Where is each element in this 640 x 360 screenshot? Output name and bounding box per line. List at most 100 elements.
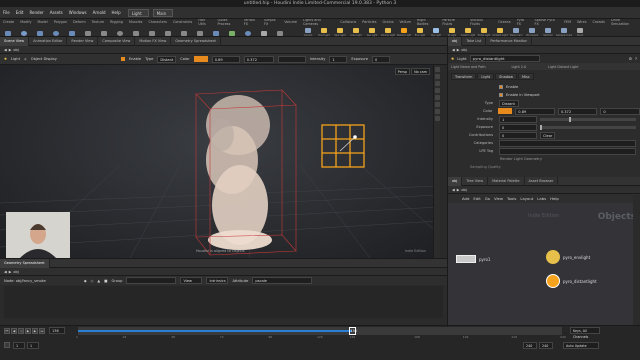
network-tab-1[interactable]: Tree View — [462, 176, 489, 186]
desktop-selector[interactable]: Light — [127, 8, 149, 17]
back-icon[interactable]: ◀ — [452, 48, 455, 52]
viewer-path[interactable]: obj — [13, 48, 18, 52]
light-type-select[interactable]: Distant — [157, 55, 177, 63]
prev-key-icon[interactable]: ◀ — [11, 327, 17, 334]
node-name-field[interactable]: pyro_distantlight — [469, 55, 540, 62]
exposure-field[interactable]: 0 — [499, 123, 537, 131]
menu-item-2[interactable]: Render — [26, 10, 46, 15]
shelf-tab-0[interactable]: Create — [0, 20, 17, 24]
forward-icon[interactable]: ▶ — [457, 188, 460, 192]
shelf-tab-1[interactable]: Modify — [17, 20, 34, 24]
realtime-toggle[interactable] — [4, 342, 10, 348]
intrinsics-menu[interactable]: Intrinsics — [206, 277, 229, 284]
shelf-tool-lsystem[interactable] — [225, 26, 239, 37]
forward-icon[interactable]: ▶ — [457, 48, 460, 52]
display-mode[interactable]: Object Display — [31, 57, 57, 61]
lpe-field[interactable] — [499, 147, 636, 155]
shelf-tab-right-11[interactable]: FEM — [561, 20, 574, 24]
back-icon[interactable]: ◀ — [4, 48, 7, 52]
network-tab-2[interactable]: Material Palette — [488, 176, 525, 186]
start-frame-field[interactable]: 1 — [13, 341, 25, 349]
color-swatch[interactable] — [193, 56, 208, 62]
shelf-tab-14[interactable]: Volume — [281, 20, 300, 24]
shelf-tool-cloud[interactable]: Cloud — [573, 26, 587, 37]
menu-item-0[interactable]: File — [0, 10, 13, 15]
forward-icon[interactable]: ▶ — [9, 48, 12, 52]
menu-item-4[interactable]: Windows — [66, 10, 90, 15]
node-pyro-envlight[interactable]: pyro_envlight — [546, 250, 590, 264]
shelf-tab-right-0[interactable]: Lights and Cameras — [300, 19, 337, 25]
categories-field[interactable] — [499, 139, 636, 147]
display-option-2[interactable] — [434, 74, 440, 79]
shelf-tool-gi-light[interactable]: GI Light — [445, 26, 459, 37]
shelf-tab-4[interactable]: Deform — [70, 20, 89, 24]
spreadsheet-tab-0[interactable]: Geometry Spreadsheet — [0, 258, 50, 268]
display-option-3[interactable] — [434, 81, 440, 86]
shelf-tab-right-8[interactable]: Oceans — [495, 20, 514, 24]
viewer-tab-3[interactable]: Composite View — [98, 36, 136, 46]
spreadsheet-path[interactable]: obj — [13, 270, 18, 274]
detail-icon[interactable]: ■ — [104, 279, 107, 283]
shelf-tool-portal-light[interactable]: Portal Light — [477, 26, 491, 37]
shelf-tool-env-light[interactable]: Env Light — [413, 26, 427, 37]
shelf-tab-right-13[interactable]: Crowds — [590, 20, 608, 24]
shelf-tab-right-2[interactable]: Particles — [359, 20, 379, 24]
shelf-tool-line[interactable] — [97, 26, 111, 37]
color-b-field[interactable] — [277, 55, 306, 63]
shelf-tab-right-14[interactable]: Drive Simulation — [608, 19, 640, 25]
shelf-tab-9[interactable]: Constraints — [170, 20, 195, 24]
primitives-icon[interactable]: ▲ — [97, 279, 100, 283]
shelf-tab-right-12[interactable]: Wires — [574, 20, 589, 24]
shelf-tool-font[interactable] — [193, 26, 207, 37]
spreadsheet-table[interactable] — [4, 286, 443, 318]
shelf-tab-13[interactable]: Simple FX — [261, 19, 281, 25]
enable-checkbox[interactable] — [499, 85, 503, 89]
shelf-tool-point-light[interactable]: Point Light — [317, 26, 331, 37]
node-pyro1[interactable]: pyro1 — [456, 255, 490, 263]
forward-icon[interactable]: ▶ — [9, 270, 12, 274]
viewer-tab-1[interactable]: Animation Editor — [29, 36, 68, 46]
play-reverse-icon[interactable]: ◁ — [18, 327, 24, 334]
shelf-tab-right-10[interactable]: Sparse Pyro FX — [532, 19, 562, 25]
back-icon[interactable]: ◀ — [452, 188, 455, 192]
shelf-tool-curve[interactable] — [129, 26, 143, 37]
shelf-tool-distant-light[interactable]: Distant Light — [397, 26, 411, 37]
shelf-tab-right-7[interactable]: Viscous Fluids — [467, 19, 495, 25]
shelf-tab-12[interactable]: Terrain FX — [241, 19, 261, 25]
color-r-field[interactable]: 0.89 — [211, 55, 240, 63]
shelf-tool-volume-light[interactable]: Volume Light — [381, 26, 395, 37]
help-icon[interactable]: ? — [635, 56, 637, 61]
menu-item-3[interactable]: Assets — [47, 10, 66, 15]
last-frame-icon[interactable]: ⏭ — [39, 327, 45, 334]
shelf-tool-null[interactable] — [81, 26, 95, 37]
shelf-tool-spray-paint[interactable] — [177, 26, 191, 37]
current-frame-field[interactable]: 136 — [49, 327, 65, 334]
network-menu-item-2[interactable]: Go — [485, 196, 490, 201]
shelf-tool-file[interactable] — [257, 26, 271, 37]
shelf-tool-path[interactable] — [161, 26, 175, 37]
end-range-field[interactable]: 240 — [539, 341, 553, 349]
no-cam-menu[interactable]: No cam — [411, 68, 430, 75]
display-option-6[interactable] — [434, 102, 440, 107]
shelf-tool-circle[interactable] — [113, 26, 127, 37]
display-option-4[interactable] — [434, 88, 440, 93]
shelf-tab-right-5[interactable]: Rigid Bodies — [414, 19, 439, 25]
param-folder-0[interactable]: Transform — [451, 72, 477, 80]
next-key-icon[interactable]: ▶ — [32, 327, 38, 334]
shelf-tab-3[interactable]: Polygon — [51, 20, 70, 24]
param-tab-0[interactable]: obj — [448, 36, 463, 46]
color-g-field[interactable]: 0.372 — [557, 107, 598, 115]
param-tab-2[interactable]: Performance Monitor — [486, 36, 532, 46]
shelf-tool-vr-camera[interactable]: VR Camera — [525, 26, 539, 37]
shelf-tool-sphere[interactable] — [17, 26, 31, 37]
display-option-7[interactable] — [434, 109, 440, 114]
render-geo-section[interactable]: Render Light Geometry — [448, 155, 640, 163]
shelf-tool-grid[interactable] — [65, 26, 79, 37]
shelf-tool-switcher[interactable]: Switcher — [541, 26, 555, 37]
type-select[interactable]: Distant — [499, 99, 519, 107]
enable-checkbox[interactable] — [120, 57, 125, 61]
shelf-tool-tube[interactable] — [33, 26, 47, 37]
display-option-5[interactable] — [434, 95, 440, 100]
viewer-tab-0[interactable]: Scene View — [0, 36, 30, 46]
param-tab-1[interactable]: Take List — [462, 36, 487, 46]
